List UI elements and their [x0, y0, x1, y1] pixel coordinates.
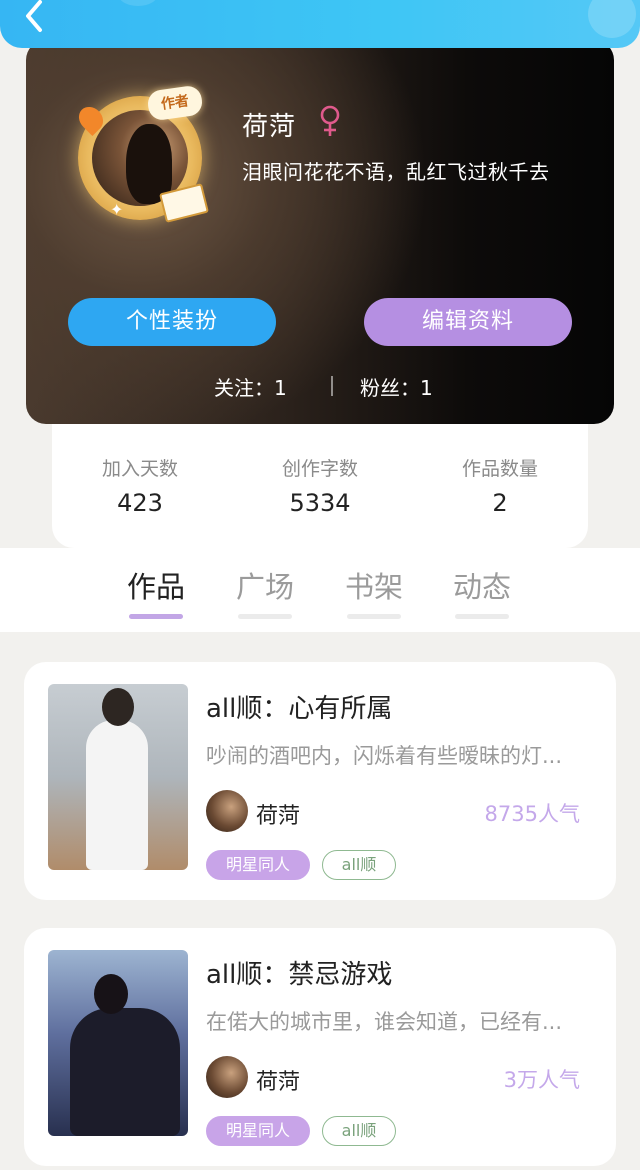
stat-label: 创作字数	[281, 458, 358, 480]
decor-bubble	[588, 0, 636, 38]
edit-profile-button[interactable]: 编辑资料	[364, 298, 572, 346]
tab-square[interactable]: 广场	[220, 564, 310, 606]
tab-bookshelf[interactable]: 书架	[329, 564, 419, 606]
cover-figure-head	[102, 688, 134, 726]
work-cover-image[interactable]	[48, 684, 188, 870]
tab-bar: 作品 广场 书架 动态	[0, 548, 640, 632]
author-name[interactable]: 荷菏	[256, 798, 300, 830]
tag-category[interactable]: 明星同人	[206, 850, 310, 880]
tag-category[interactable]: 明星同人	[206, 1116, 310, 1146]
author-avatar[interactable]	[206, 790, 248, 832]
follow-row: 关注：1 粉丝：1	[26, 368, 614, 404]
decorate-button[interactable]: 个性装扮	[68, 298, 276, 346]
author-name[interactable]: 荷菏	[256, 1064, 300, 1096]
top-bar	[0, 0, 640, 48]
decor-bubble	[118, 0, 158, 6]
work-description: 吵闹的酒吧内，闪烁着有些暧昧的灯...	[206, 744, 563, 768]
work-title[interactable]: all顺：心有所属	[206, 688, 392, 725]
work-card[interactable]: all顺：禁忌游戏 在偌大的城市里，谁会知道，已经有... 荷菏 3万人气 明星…	[24, 928, 616, 1166]
signature: 泪眼问花花不语，乱红飞过秋千去	[242, 160, 550, 184]
tab-works[interactable]: 作品	[111, 564, 201, 606]
profile-card: ✦ 作者 荷菏 泪眼问花花不语，乱红飞过秋千去 个性装扮 编辑资料 关注：1 粉…	[26, 40, 614, 424]
work-cover-image[interactable]	[48, 950, 188, 1136]
author-badge: 作者	[146, 84, 204, 122]
work-card[interactable]: all顺：心有所属 吵闹的酒吧内，闪烁着有些暧昧的灯... 荷菏 8735人气 …	[24, 662, 616, 900]
profile-page: ✦ 作者 荷菏 泪眼问花花不语，乱红飞过秋千去 个性装扮 编辑资料 关注：1 粉…	[0, 0, 640, 1170]
work-title[interactable]: all顺：禁忌游戏	[206, 954, 392, 991]
stat-label: 加入天数	[101, 458, 178, 480]
sparkle-icon: ✦	[110, 200, 124, 219]
author-avatar[interactable]	[206, 1056, 248, 1098]
tag-topic[interactable]: all顺	[322, 1116, 396, 1146]
stat-value: 423	[117, 489, 163, 517]
nickname: 荷菏	[242, 112, 297, 142]
stat-works-count: 作品数量 2	[420, 454, 580, 517]
popularity-count: 3万人气	[503, 1068, 580, 1092]
avatar[interactable]: ✦ 作者	[70, 84, 210, 228]
stat-label: 作品数量	[461, 458, 538, 480]
stat-value: 5334	[289, 489, 351, 517]
stat-word-count: 创作字数 5334	[240, 454, 400, 517]
stat-joined-days: 加入天数 423	[60, 454, 220, 517]
cover-figure	[70, 1008, 180, 1136]
cover-figure	[86, 720, 148, 870]
stats-panel: 加入天数 423 创作字数 5334 作品数量 2	[52, 420, 588, 548]
tab-indicator	[238, 614, 292, 619]
chevron-left-icon	[26, 0, 42, 32]
following-count[interactable]: 关注：1	[214, 372, 287, 401]
stat-value: 2	[492, 489, 508, 517]
divider	[331, 376, 333, 396]
female-icon	[320, 105, 340, 136]
back-button[interactable]	[16, 0, 52, 36]
work-description: 在偌大的城市里，谁会知道，已经有...	[206, 1010, 563, 1034]
tab-indicator	[347, 614, 401, 619]
popularity-count: 8735人气	[484, 802, 580, 826]
tab-indicator-active	[129, 614, 183, 619]
tab-indicator	[455, 614, 509, 619]
tab-activity[interactable]: 动态	[437, 564, 527, 606]
tag-topic[interactable]: all顺	[322, 850, 396, 880]
fans-count[interactable]: 粉丝：1	[360, 372, 433, 401]
cover-figure-head	[94, 974, 128, 1014]
